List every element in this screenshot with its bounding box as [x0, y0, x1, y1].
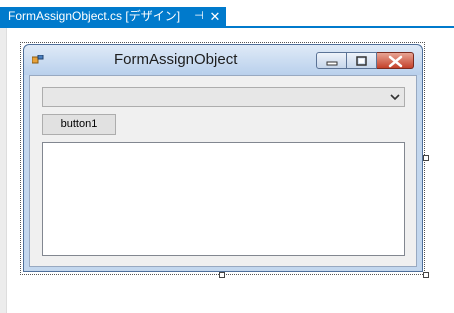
resize-handle-right[interactable] — [423, 155, 429, 161]
form-titlebar[interactable]: FormAssignObject — [24, 45, 422, 75]
document-tab[interactable]: FormAssignObject.cs [デザイン] ⊣ ✕ — [0, 7, 226, 26]
minimize-icon — [326, 61, 338, 66]
form-client-area: button1 — [29, 75, 417, 267]
document-tab-title: FormAssignObject.cs [デザイン] — [8, 9, 181, 23]
form-window[interactable]: FormAssignObject button1 — [23, 44, 423, 272]
close-icon — [388, 55, 403, 68]
list-box[interactable] — [42, 142, 405, 256]
maximize-icon — [356, 56, 367, 66]
minimize-button[interactable] — [316, 52, 347, 69]
form-title: FormAssignObject — [114, 51, 238, 68]
form-icon — [32, 55, 44, 64]
button1[interactable]: button1 — [42, 114, 116, 135]
designer-surface[interactable]: FormAssignObject button1 — [0, 28, 454, 313]
maximize-button[interactable] — [347, 52, 377, 69]
resize-handle-bottom[interactable] — [219, 272, 225, 278]
combo-box[interactable] — [42, 87, 405, 107]
tab-close-icon[interactable]: ✕ — [208, 7, 222, 26]
chevron-down-icon[interactable] — [390, 92, 400, 102]
designer-left-edge — [0, 28, 7, 313]
pin-icon[interactable]: ⊣ — [192, 7, 206, 26]
resize-handle-bottom-right[interactable] — [423, 272, 429, 278]
document-tab-strip: FormAssignObject.cs [デザイン] ⊣ ✕ — [0, 0, 454, 28]
form-close-button[interactable] — [377, 52, 414, 69]
